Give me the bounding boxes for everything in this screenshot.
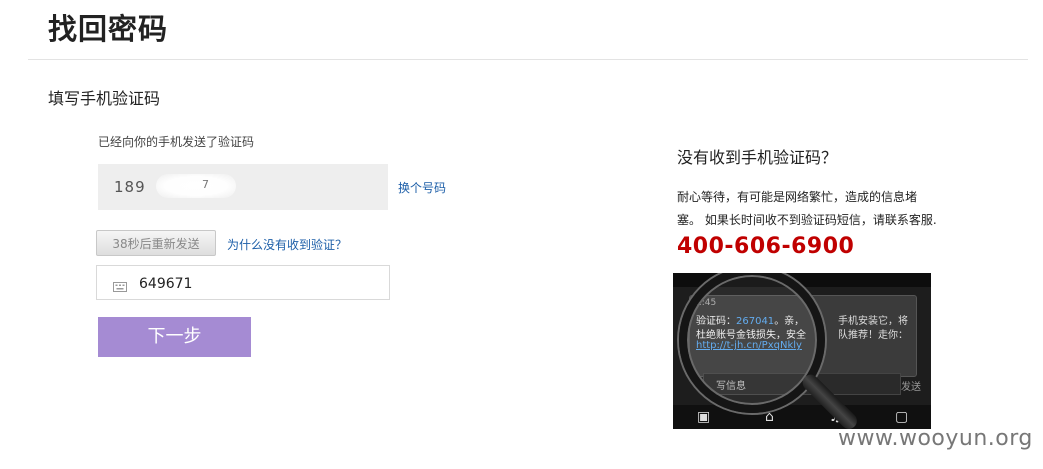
- help-text-line-1: 耐心等待，有可能是网络繁忙，造成的信息堵: [677, 190, 918, 204]
- verification-code-value: 649671: [139, 276, 193, 292]
- magnifier-lens-icon: [679, 273, 825, 413]
- why-no-code-link[interactable]: 为什么没有收到验证？: [227, 236, 347, 253]
- sms-right-line-2: 队推荐！走你：: [838, 330, 908, 341]
- phone-number-prefix: 189: [114, 178, 146, 196]
- verification-code-input[interactable]: 649671: [96, 265, 390, 300]
- page-title: 找回密码: [48, 12, 169, 46]
- phone-number-display: 189 7: [98, 164, 388, 210]
- gallery-icon: ▣: [697, 409, 711, 425]
- change-number-link[interactable]: 换个号码: [398, 179, 446, 196]
- sms-example-image: 1:45 验证码：267041。亲， 杜绝账号金钱损失，安全 http://t-…: [673, 273, 931, 429]
- sms-right-line-1: 手机安装它，将: [838, 316, 908, 327]
- title-divider: [28, 59, 1028, 60]
- sent-notice: 已经向你的手机发送了验证码: [98, 135, 255, 149]
- next-step-button[interactable]: 下一步: [98, 317, 251, 357]
- menu-icon: ▢: [895, 409, 909, 425]
- phone-number-tail: 7: [202, 178, 209, 191]
- watermark: www.wooyun.org: [838, 426, 1033, 451]
- keyboard-icon: [113, 277, 127, 296]
- resend-code-button[interactable]: 38秒后重新发送: [96, 230, 216, 256]
- send-label: 发送: [901, 382, 921, 393]
- help-text-line-2: 塞。 如果长时间收不到验证码短信，请联系客服.: [677, 213, 937, 227]
- customer-service-hotline: 400-606-6900: [677, 234, 855, 259]
- section-title: 填写手机验证码: [48, 89, 161, 108]
- help-title: 没有收到手机验证码？: [677, 148, 838, 167]
- phone-number-redaction: [156, 174, 236, 198]
